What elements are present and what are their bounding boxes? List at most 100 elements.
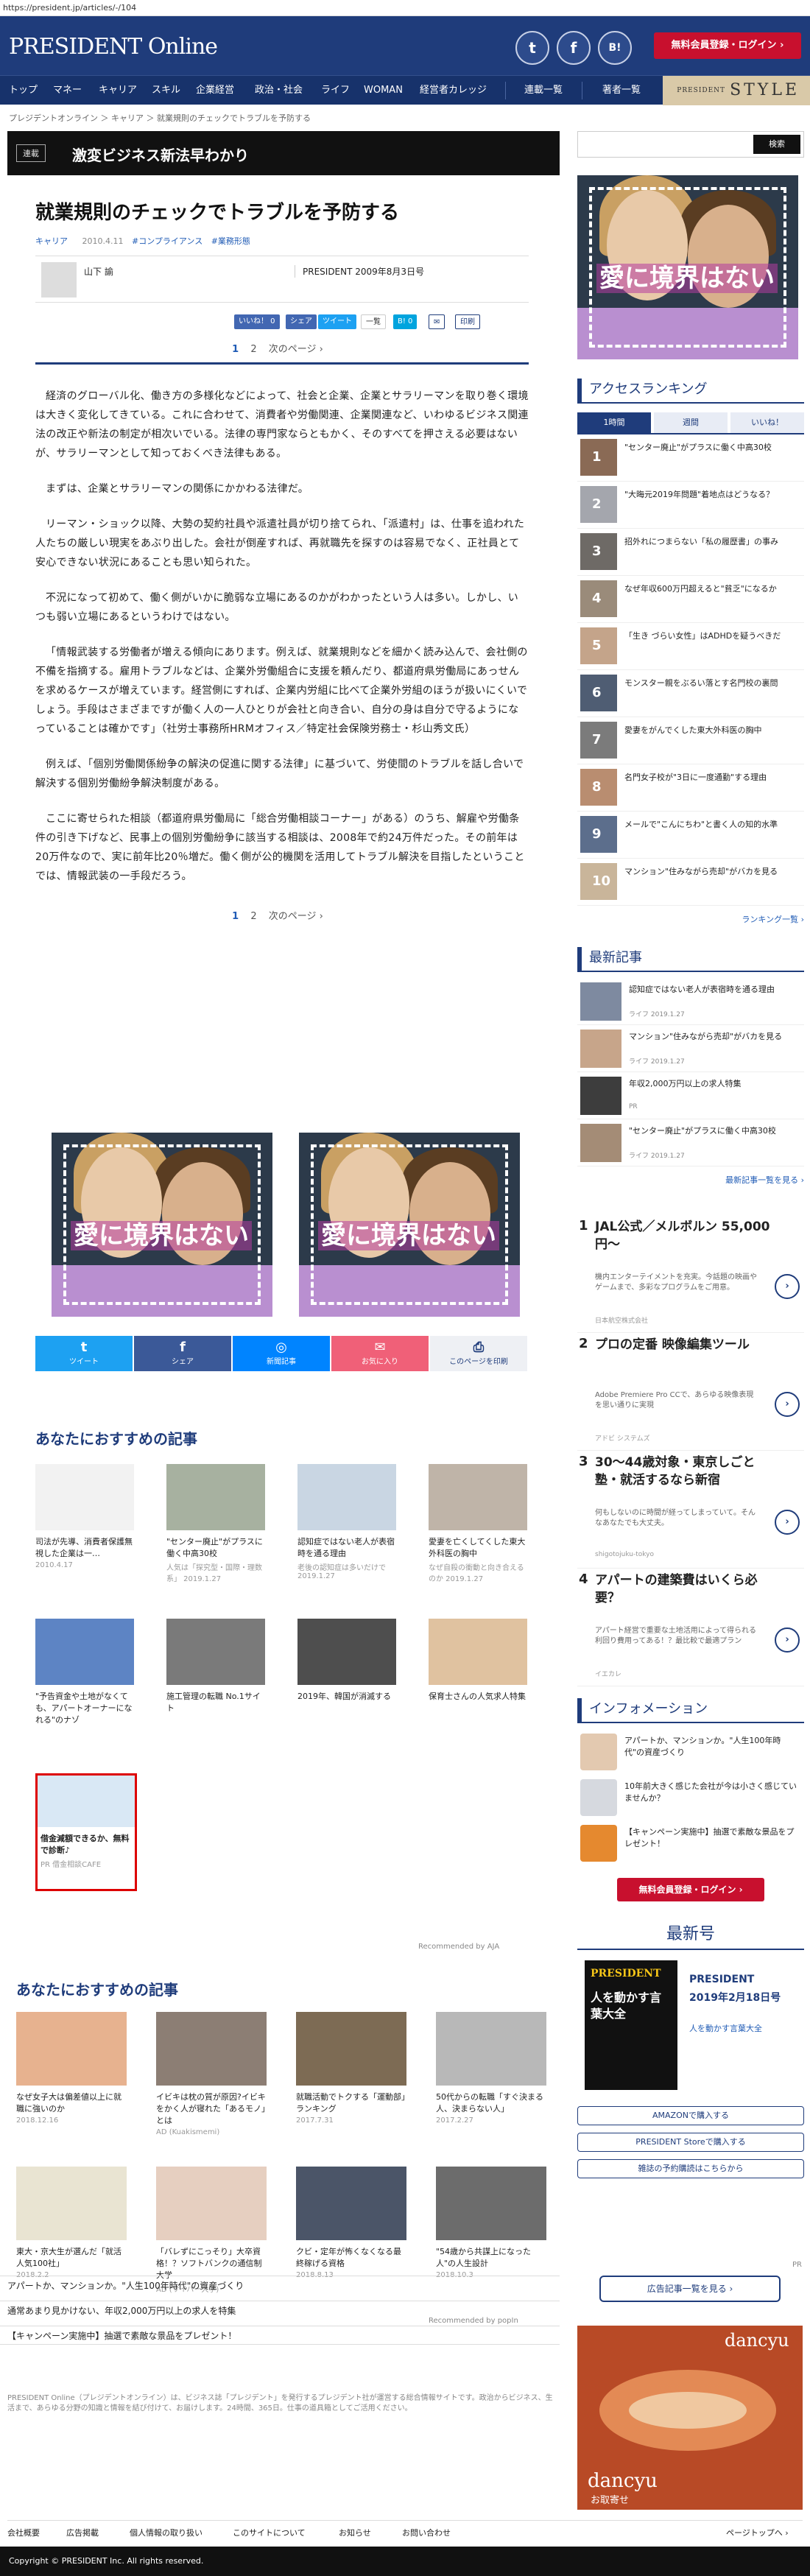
- nav-item-woman[interactable]: WOMAN: [364, 76, 403, 105]
- pr-link[interactable]: 通常あまり見かけない、年収2,000万円以上の求人を特集: [0, 2301, 560, 2320]
- page-top-link[interactable]: ページトップへ ›: [726, 2527, 789, 2538]
- recommended-card[interactable]: "センター廃止"がプラスに働く中高30校 人気は「探究型・国際・理数系」 2019…: [166, 1464, 265, 1583]
- hatena-bookmark-icon[interactable]: B!: [598, 31, 632, 65]
- chevron-right-icon[interactable]: ›: [775, 1510, 800, 1535]
- author-name[interactable]: 山下 諭: [84, 265, 113, 278]
- nav-item-money[interactable]: マネー: [53, 76, 82, 105]
- recommended-card[interactable]: 施工管理の転職 No.1サイト: [166, 1619, 265, 1714]
- amazon-link[interactable]: AMAZONで購入する: [577, 2106, 804, 2125]
- register-login-button[interactable]: 無料会員登録・ログイン ›: [617, 1878, 764, 1901]
- recommended-card[interactable]: 保育士さんの人気求人特集: [429, 1619, 527, 1703]
- nav-item-career[interactable]: キャリア: [99, 76, 137, 105]
- pr-link[interactable]: アパートか、マンションか。"人生100年時代"の資産づくり: [0, 2276, 560, 2295]
- recommended-card[interactable]: 就職活動でトクする「運動部」ランキング 2017.7.31: [296, 2012, 406, 2125]
- serial-title[interactable]: 激変ビジネス新法早わかり: [72, 144, 249, 165]
- ranking-item[interactable]: 9 メールで"こんにちわ"と書く人の知的水準: [577, 812, 804, 859]
- messenger-button[interactable]: ◎ 新聞記事: [233, 1336, 330, 1371]
- ranking-item[interactable]: 5 「生き づらい女性」はADHDを疑うべきだ: [577, 623, 804, 670]
- info-item[interactable]: アパートか、マンションか。"人生100年時代"の資産づくり: [577, 1731, 804, 1776]
- nav-item-life[interactable]: ライフ: [321, 76, 350, 105]
- twitter-icon[interactable]: t: [515, 31, 549, 65]
- ranking-item[interactable]: 2 "大晦元2019年問題"着地点はどうなる？: [577, 482, 804, 529]
- recommended-card[interactable]: イビキは枕の質が原因?イビキをかく人が寝れた「あるモノ」とは AD (Kuakis…: [156, 2012, 267, 2136]
- ad-list-button[interactable]: 広告記事一覧を見る ›: [599, 2276, 781, 2302]
- sponsored-item[interactable]: 3 30〜44歳対象・東京しごと塾・就活するなら新宿 何もしないのに時間が経ってしま…: [577, 1451, 804, 1569]
- ad-banner[interactable]: 愛に境界はない: [577, 175, 798, 359]
- footer-link[interactable]: 個人情報の取り扱い: [130, 2527, 202, 2538]
- recommended-card[interactable]: 50代からの転職「すぐ決まる人、決まらない人」 2017.2.27: [436, 2012, 546, 2125]
- list-button[interactable]: 一覧: [361, 314, 386, 329]
- nav-item-politics[interactable]: 政治・社会: [255, 76, 303, 105]
- recommended-card[interactable]: なぜ女子大は偏差値以上に就職に強いのか 2018.12.16: [16, 2012, 127, 2125]
- tab-hourly[interactable]: 1時間: [577, 412, 651, 433]
- serial-header[interactable]: 連載 激変ビジネス新法早わかり: [7, 131, 560, 175]
- mail-icon[interactable]: ✉: [429, 314, 446, 329]
- pr-link[interactable]: 【キャンペーン実施中】抽選で素敵な景品をプレゼント！: [0, 2326, 560, 2345]
- magazine-cover[interactable]: PRESIDENT 人を動かす言葉大全: [585, 1960, 677, 2090]
- facebook-icon[interactable]: f: [557, 31, 591, 65]
- hatena-button[interactable]: B! 0: [393, 314, 418, 329]
- latest-item[interactable]: 年収2,000万円以上の求人特集 PR: [577, 1072, 804, 1119]
- ranking-item[interactable]: 8 名門女子校が"3日に一度通勤"する理由: [577, 764, 804, 812]
- search-button[interactable]: 検索: [753, 135, 800, 154]
- ad-card[interactable]: 借金減額できるか、無料で診断♪ PR 借金相談CAFE: [35, 1773, 137, 1891]
- ranking-item[interactable]: 3 招外れにつまらない「私の履歴書」の事み: [577, 529, 804, 576]
- search-input[interactable]: 検索: [577, 131, 804, 158]
- ad-banner[interactable]: 愛に境界はない: [299, 1133, 520, 1317]
- ranking-item[interactable]: 4 なぜ年収600万円超えると"貧乏"になるか: [577, 576, 804, 623]
- share-button[interactable]: シェア: [286, 314, 317, 329]
- url-bar[interactable]: https://president.jp/articles/-/104: [0, 0, 810, 16]
- footer-link[interactable]: 広告掲載: [66, 2527, 99, 2538]
- mail-button[interactable]: ✉ お気に入り: [331, 1336, 429, 1371]
- recommended-card[interactable]: 司法が先導、消費者保護無視した企業は一… 2010.4.17: [35, 1464, 134, 1569]
- latest-item[interactable]: マンション"住みながら売却"がバカを見る ライフ 2019.1.27: [577, 1025, 804, 1072]
- like-button[interactable]: いいね！ 0: [234, 314, 280, 329]
- chevron-right-icon[interactable]: ›: [775, 1627, 800, 1653]
- tag-link[interactable]: #業務形態: [211, 236, 250, 246]
- chevron-right-icon[interactable]: ›: [775, 1274, 800, 1299]
- subscription-link[interactable]: 雑誌の予約購読はこちらから: [577, 2159, 804, 2178]
- sponsored-item[interactable]: 2 プロの定番 映像編集ツール Adobe Premiere Pro CCで、あらゆ…: [577, 1333, 804, 1451]
- print-page-button[interactable]: ⎙ このページを印刷: [430, 1336, 527, 1371]
- ranking-item[interactable]: 7 愛妻をがんでくした東大外科医の胸中: [577, 717, 804, 764]
- magazine-issue[interactable]: PRESIDENT 人を動かす言葉大全 PRESIDENT 2019年2月18日…: [577, 1960, 804, 2100]
- footer-link[interactable]: このサイトについて: [233, 2527, 306, 2538]
- sponsored-item[interactable]: 1 JAL公式／メルボルン 55,000円〜 機内エンターテイメントを充実。今話題の…: [577, 1215, 804, 1333]
- nav-item-skill[interactable]: スキル: [152, 76, 180, 105]
- store-link[interactable]: PRESIDENT Storeで購入する: [577, 2133, 804, 2152]
- next-page-link[interactable]: 次のページ ›: [269, 911, 323, 922]
- facebook-share-button[interactable]: f シェア: [134, 1336, 231, 1371]
- ranking-item[interactable]: 1 "センター廃止"がプラスに働く中高30校: [577, 434, 804, 482]
- page-1-link[interactable]: 1: [232, 344, 239, 355]
- tab-likes[interactable]: いいね！: [730, 412, 804, 433]
- latest-item[interactable]: 認知症ではない老人が表宿時を通る理由 ライフ 2019.1.27: [577, 978, 804, 1025]
- nav-item-college[interactable]: 経営者カレッジ: [420, 76, 487, 105]
- recommended-card[interactable]: 認知症ではない老人が表宿時を通る理由 老後の認知症は多いだけで 2019.1.27: [297, 1464, 396, 1580]
- ranking-more-link[interactable]: ランキング一覧 ›: [577, 913, 804, 925]
- register-login-button[interactable]: 無料会員登録・ログイン ›: [654, 32, 801, 59]
- category-link[interactable]: キャリア: [35, 236, 68, 246]
- footer-link[interactable]: お問い合わせ: [402, 2527, 451, 2538]
- chevron-right-icon[interactable]: ›: [775, 1392, 800, 1417]
- page-2-link[interactable]: 2: [250, 344, 256, 355]
- info-item[interactable]: 10年前大きく感じた会社が今は小さく感じていませんか？: [577, 1776, 804, 1822]
- nav-item-serials[interactable]: 連載一覧: [524, 76, 563, 105]
- ranking-item[interactable]: 6 モンスター親をぶるい落とす名門校の裏問: [577, 670, 804, 717]
- ranking-item[interactable]: 10 マンション"住みながら売却"がバカを見る: [577, 859, 804, 906]
- footer-link[interactable]: お知らせ: [339, 2527, 371, 2538]
- tweet-button[interactable]: ツイート: [318, 314, 356, 329]
- latest-more-link[interactable]: 最新記事一覧を見る ›: [577, 1174, 804, 1186]
- nav-item-authors[interactable]: 著者一覧: [602, 76, 641, 105]
- next-page-link[interactable]: 次のページ ›: [269, 344, 323, 355]
- site-logo[interactable]: PRESIDENT Online: [9, 31, 218, 60]
- tab-weekly[interactable]: 週間: [654, 412, 728, 433]
- tag-link[interactable]: #コンプライアンス: [132, 236, 202, 246]
- latest-item[interactable]: "センター廃止"がプラスに働く中高30校 ライフ 2019.1.27: [577, 1119, 804, 1166]
- tweet-button[interactable]: t ツイート: [35, 1336, 133, 1371]
- footer-link[interactable]: 会社概要: [7, 2527, 40, 2538]
- recommended-card[interactable]: "54歳から共謀上になった人"の人生設計 2018.10.3: [436, 2167, 546, 2279]
- recommended-card[interactable]: 2019年、韓国が消滅する: [297, 1619, 396, 1703]
- ad-banner[interactable]: 愛に境界はない: [52, 1133, 272, 1317]
- page-2-link[interactable]: 2: [250, 911, 256, 922]
- recommended-card[interactable]: "予告資金や土地がなくても、アパートオーナーになれる"のナゾ: [35, 1619, 134, 1726]
